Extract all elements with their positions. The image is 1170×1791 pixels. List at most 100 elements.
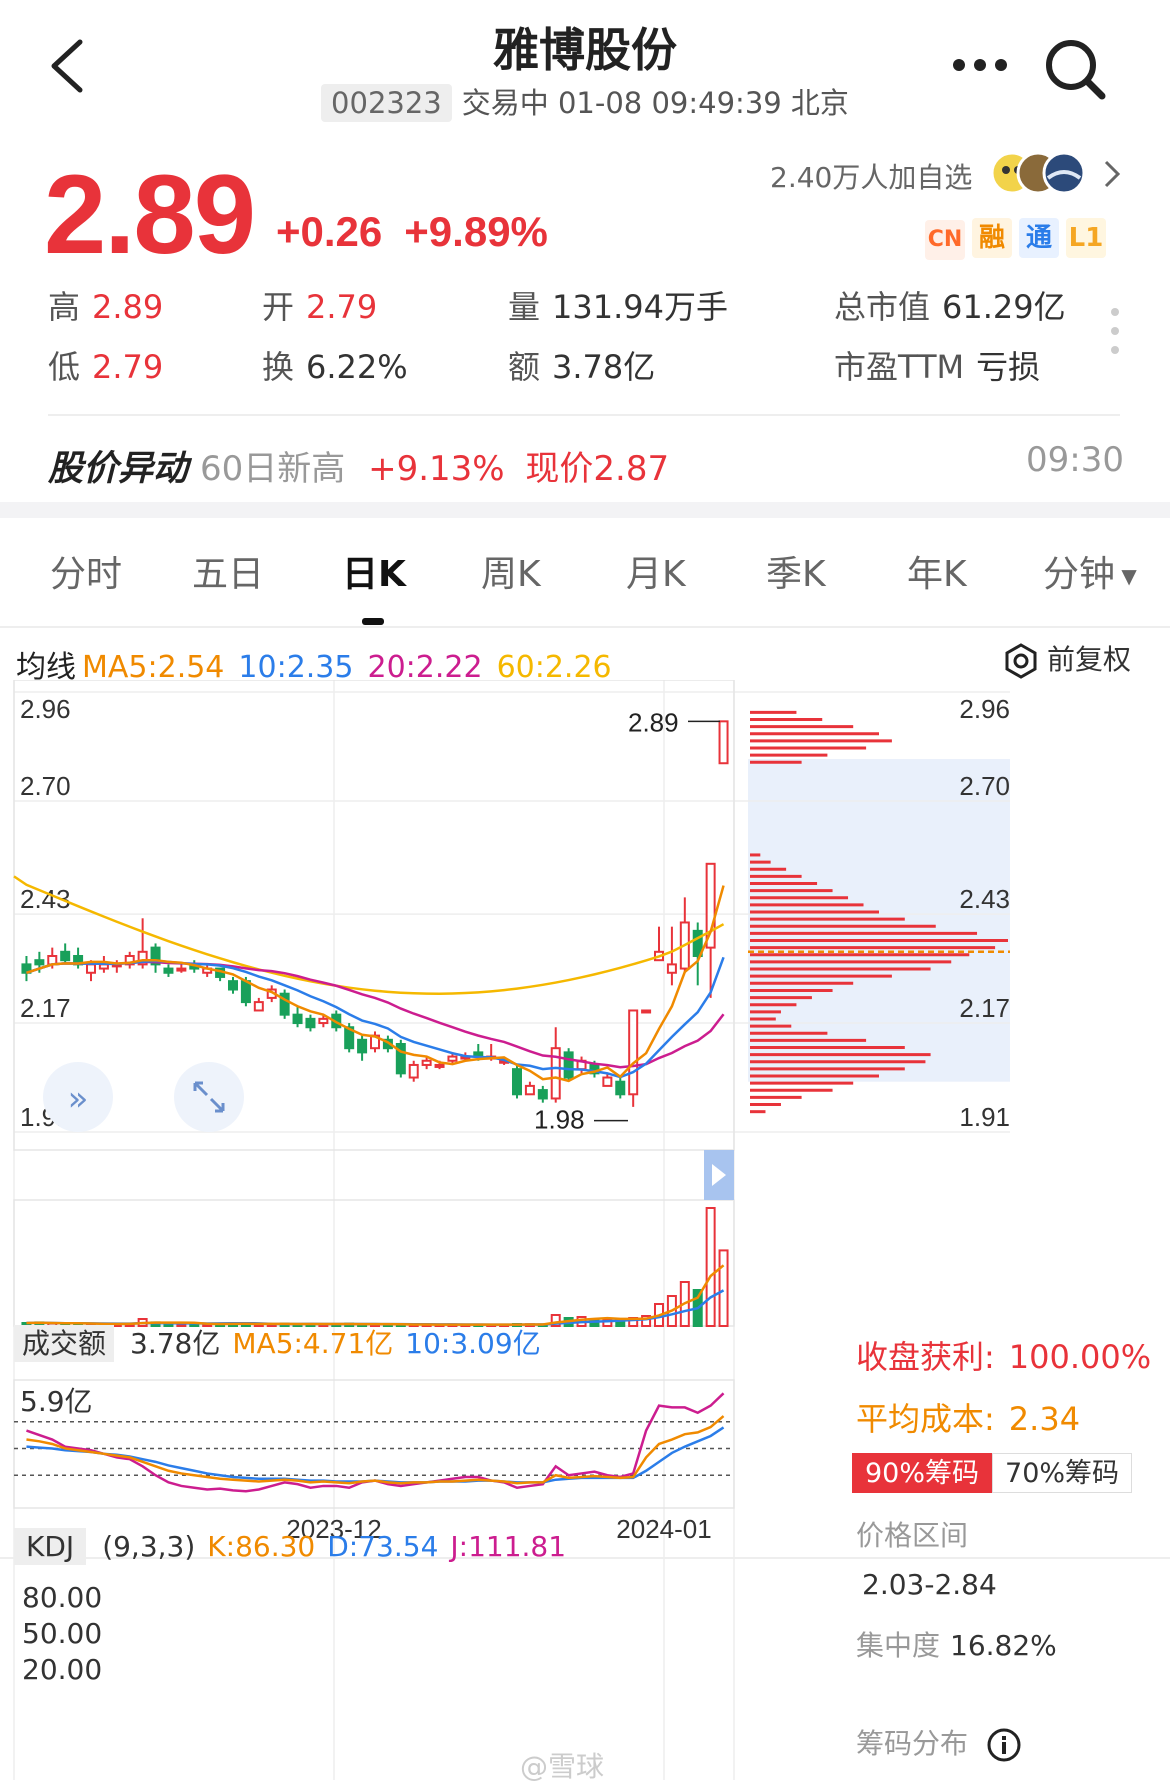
- y-axis-label-right: 2.70: [959, 771, 1010, 801]
- high-annotation: 2.89: [628, 707, 679, 737]
- tab-monthly[interactable]: 月K: [626, 545, 686, 597]
- volume-max-label: 5.9亿: [20, 1385, 93, 1418]
- candle-body: [434, 1063, 445, 1068]
- price-alert[interactable]: 股价异动 60日新高 +9.13% 现价2.87 09:30: [48, 440, 1124, 491]
- watchlist-count[interactable]: 2.40万人加自选: [770, 156, 972, 196]
- low-annotation: 1.98: [534, 1105, 585, 1135]
- stat-turnover: 换 6.22%: [262, 348, 408, 386]
- more-icon[interactable]: [945, 40, 1015, 90]
- kdj-label[interactable]: KDJ: [14, 1528, 87, 1565]
- kdj-d: D:73.54: [327, 1530, 439, 1563]
- divider: [48, 414, 1120, 416]
- candle-body: [176, 967, 187, 972]
- y-axis-label-right: 2.17: [959, 993, 1010, 1023]
- avatar-group-icon[interactable]: [990, 148, 1088, 198]
- alert-text: 60日新高: [200, 449, 346, 489]
- tab-quarterly[interactable]: 季K: [766, 545, 826, 597]
- chip-90-button[interactable]: 90%筹码: [852, 1453, 993, 1493]
- y-axis-label-left: 2.70: [20, 771, 71, 801]
- candle-body: [318, 1017, 329, 1025]
- change-percent: +9.89%: [404, 208, 548, 255]
- candle-body: [537, 1089, 548, 1100]
- kdj-d-line: [26, 1426, 725, 1484]
- kdj-j: J:111.81: [450, 1530, 567, 1563]
- tab-daily[interactable]: 日K: [342, 545, 406, 597]
- info-icon[interactable]: [987, 1728, 1021, 1762]
- watermark: @雪球: [520, 1750, 605, 1783]
- volume-bar: [705, 1207, 716, 1327]
- y-axis-label-right: 1.91: [959, 1102, 1010, 1132]
- alert-time: 09:30: [1026, 440, 1124, 480]
- price-range-label: 价格区间: [856, 1519, 969, 1552]
- volume-ma5: MA5:4.71亿: [232, 1327, 394, 1360]
- price-frame: [13, 680, 735, 1151]
- ma60-line: [13, 875, 725, 995]
- change-value: +0.26: [276, 208, 383, 255]
- stat-mktcap: 总市值 61.29亿: [834, 288, 1066, 326]
- tab-intraday[interactable]: 分时: [50, 545, 122, 597]
- candle-body: [602, 1076, 613, 1087]
- alert-title: 股价异动: [48, 449, 189, 489]
- candle-body: [227, 980, 239, 991]
- x-axis-label: 2024-01: [616, 1514, 711, 1544]
- alert-now: 现价2.87: [525, 449, 670, 489]
- candle-body: [305, 1017, 316, 1029]
- volume-value: 3.78亿: [130, 1327, 221, 1360]
- adjust-label: 前复权: [1047, 643, 1132, 676]
- volume-bar: [718, 1249, 729, 1328]
- search-icon[interactable]: [1040, 34, 1110, 104]
- tab-weekly[interactable]: 周K: [481, 545, 541, 597]
- expand-stats-icon[interactable]: [1108, 306, 1122, 356]
- volume-ma5-line: [26, 1264, 725, 1326]
- active-tab-indicator: [362, 618, 384, 625]
- price-change: +0.26 +9.89%: [276, 208, 570, 256]
- dropdown-icon: ▼: [1115, 564, 1137, 588]
- tag-connect: 通: [1019, 218, 1059, 258]
- stock-code: 002323: [321, 84, 452, 122]
- candle-body: [60, 950, 71, 962]
- candle-body: [563, 1051, 574, 1079]
- adjust-button[interactable]: 前复权: [1003, 638, 1131, 679]
- stat-volume: 量 131.94万手: [508, 288, 728, 326]
- chip-footer[interactable]: 筹码分布: [856, 1722, 1021, 1762]
- candle-body: [292, 1013, 303, 1025]
- y-axis-label-left: 2.96: [20, 694, 71, 724]
- chip-toggle: 90%筹码 70%筹码: [852, 1453, 1133, 1493]
- stock-tags: CN 融通 L1: [925, 218, 1113, 260]
- tab-minute[interactable]: 分钟 ▼: [1043, 545, 1137, 597]
- fullscreen-button: [174, 1062, 244, 1132]
- y-axis-label-right: 2.96: [959, 694, 1010, 724]
- volume-legend: 成交额 3.78亿 MA5:4.71亿 10:3.09亿: [14, 1322, 553, 1362]
- candle-body: [524, 1084, 535, 1096]
- tab-yearly[interactable]: 年K: [907, 545, 967, 597]
- stat-pe: 市盈TTM 亏损: [834, 348, 1041, 386]
- volume-label[interactable]: 成交额: [14, 1325, 115, 1362]
- kdj-legend: KDJ (9,3,3) K:86.30 D:73.54 J:111.81: [14, 1528, 578, 1565]
- kdj-level-20: 20.00: [22, 1653, 103, 1686]
- kdj-params: (9,3,3): [102, 1530, 196, 1563]
- tab-divider: [0, 626, 1170, 628]
- tag-level1: L1: [1066, 218, 1106, 258]
- y-axis-label-left: 2.17: [20, 993, 71, 1023]
- fast-forward-icon: »: [68, 1079, 89, 1119]
- stat-high: 高 2.89: [48, 288, 164, 326]
- ma10-line: [26, 956, 725, 1079]
- candle-body: [447, 1055, 458, 1062]
- kdj-k: K:86.30: [207, 1530, 316, 1563]
- tag-margin: 融: [972, 218, 1012, 258]
- section-gap: [0, 502, 1170, 518]
- stat-amount: 额 3.78亿: [508, 348, 656, 386]
- kdj-k-line: [26, 1415, 725, 1485]
- candle-body: [253, 1001, 264, 1012]
- candle-body: [421, 1059, 432, 1066]
- chip-70-button[interactable]: 70%筹码: [992, 1453, 1133, 1493]
- candle-body: [511, 1068, 523, 1096]
- chevron-right-icon[interactable]: [1100, 158, 1124, 190]
- price-range-value: 2.03-2.84: [862, 1568, 997, 1601]
- settings-icon: [1005, 643, 1037, 679]
- tag-cn: CN: [925, 220, 965, 260]
- candle-body: [163, 967, 174, 974]
- y-axis-label-right: 2.43: [959, 884, 1010, 914]
- tab-5day[interactable]: 五日: [192, 545, 264, 597]
- avg-cost: 平均成本: 2.34: [856, 1400, 1081, 1438]
